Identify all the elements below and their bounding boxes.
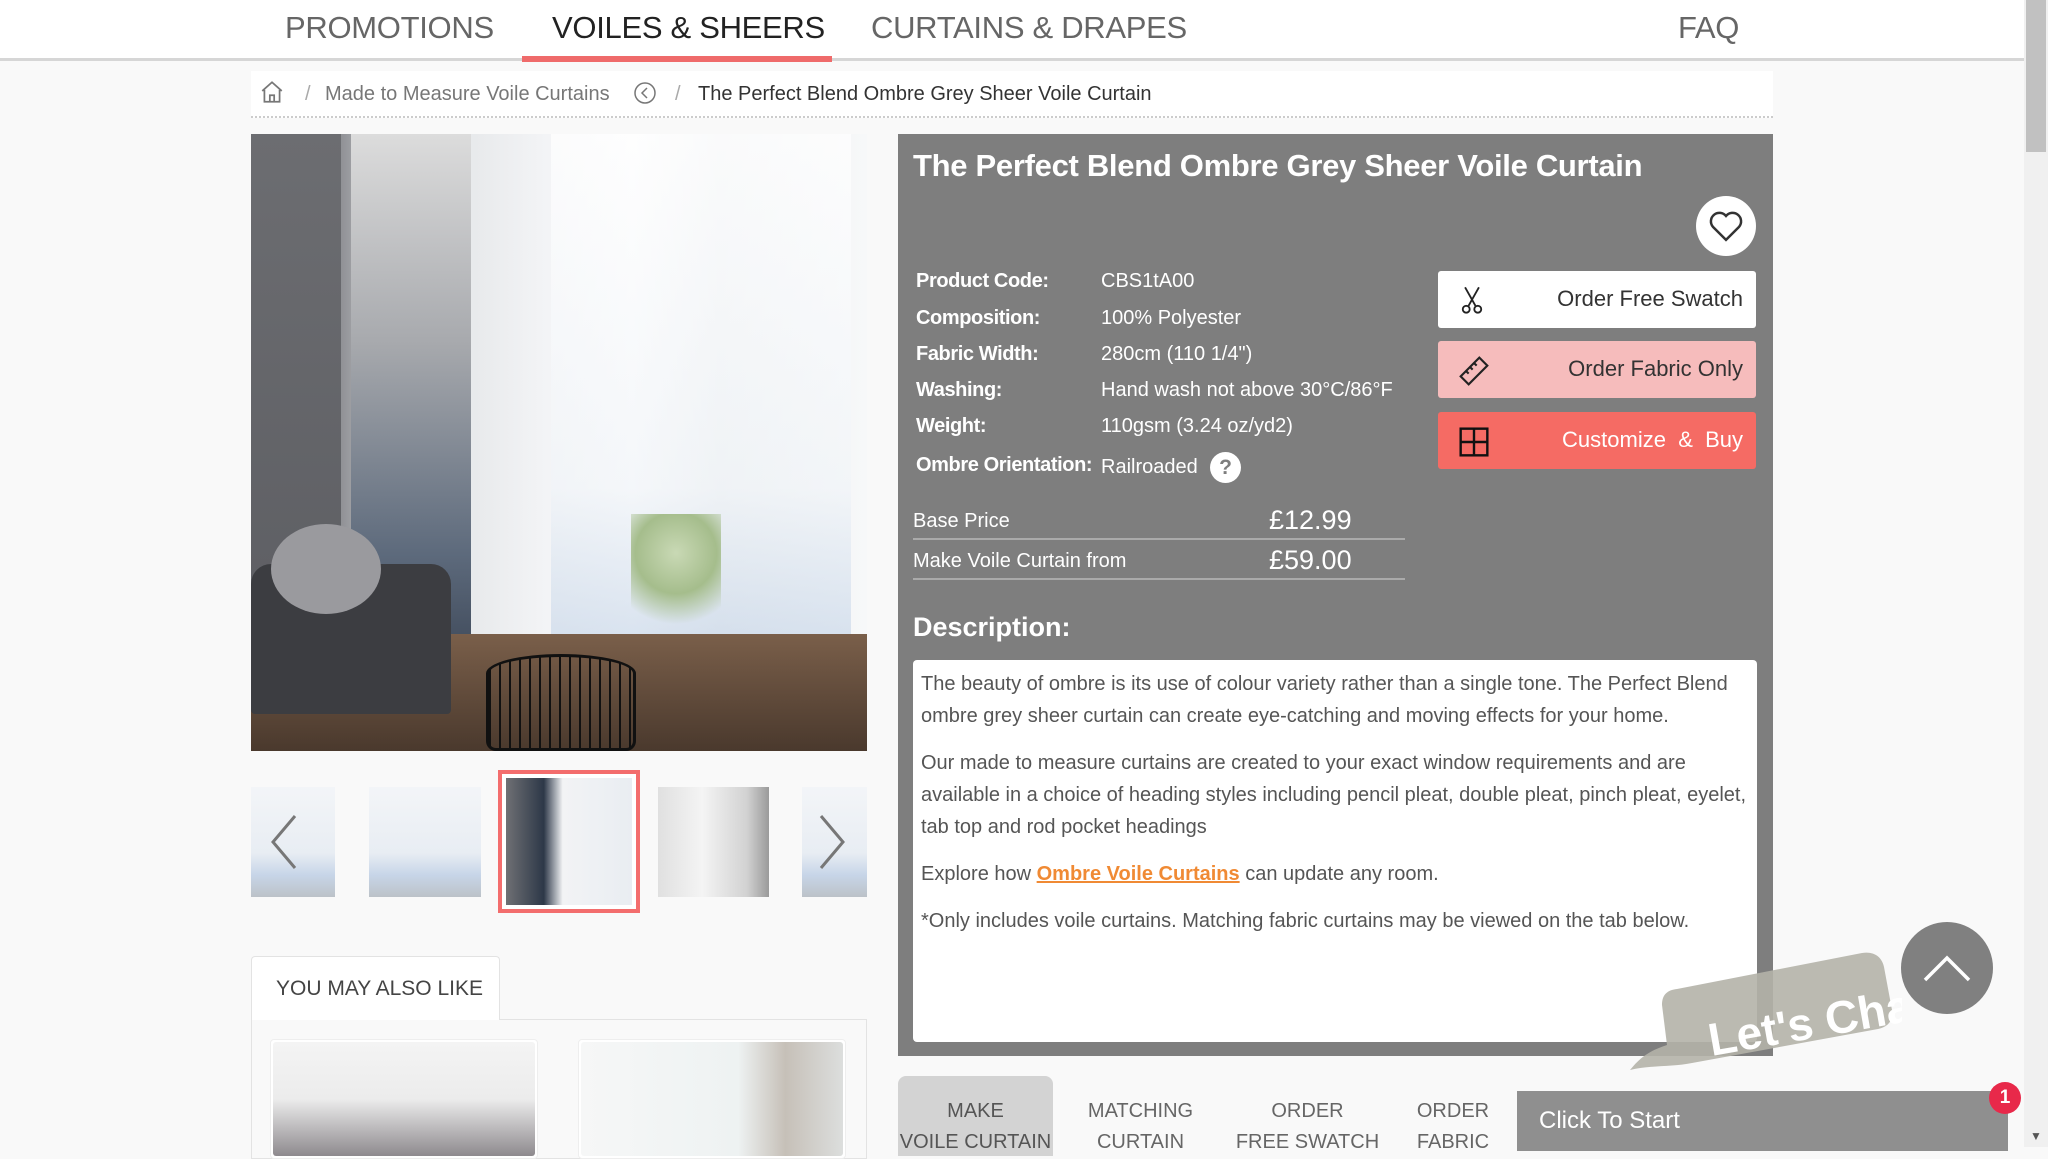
spec-value-product-code: CBS1tA00 (1101, 270, 1195, 292)
thumbnail-3-image (506, 778, 632, 905)
scroll-down-arrow-icon[interactable]: ▼ (2030, 1129, 2042, 1143)
thumbnail-carousel (251, 770, 867, 915)
customize-and-buy-button[interactable]: Customize & Buy (1438, 412, 1756, 469)
also-like-tab-label: YOU MAY ALSO LIKE (276, 977, 483, 1000)
tab-label-line: ORDER (1271, 1100, 1344, 1122)
scroll-to-top-button[interactable] (1901, 922, 1993, 1014)
wishlist-button[interactable] (1696, 196, 1756, 256)
description-paragraph: Our made to measure curtains are created… (921, 752, 1746, 838)
breadcrumb-current: The Perfect Blend Ombre Grey Sheer Voile… (698, 83, 1152, 105)
ombre-voile-curtains-link[interactable]: Ombre Voile Curtains (1037, 863, 1240, 885)
breadcrumb-link-voile-curtains[interactable]: Made to Measure Voile Curtains (325, 83, 610, 106)
recommended-product-image (581, 1042, 843, 1156)
chevron-up-icon (1923, 955, 1971, 982)
active-nav-indicator (522, 56, 832, 62)
tab-label-line: MATCHING (1087, 1100, 1194, 1122)
description-text: Explore how (921, 863, 1037, 885)
tab-make-voile-curtain[interactable]: MAKE VOILE CURTAIN (898, 1076, 1053, 1156)
back-circle-icon[interactable] (633, 81, 657, 110)
make-curtain-price-value: £59.00 (1269, 545, 1352, 575)
chat-start-bar[interactable]: Click To Start (1517, 1091, 2008, 1151)
nav-item-curtains-drapes[interactable]: CURTAINS & DRAPES (871, 10, 1187, 46)
tab-label-line: FABRIC (1416, 1131, 1490, 1153)
customize-and-buy-label: Customize & Buy (1562, 427, 1743, 452)
tab-label-line: MAKE (947, 1100, 1004, 1122)
spec-label-fabric-width: Fabric Width: (916, 343, 1039, 365)
breadcrumb: / Made to Measure Voile Curtains / The P… (251, 71, 1773, 118)
tab-label-line: FREE SWATCH (1235, 1131, 1380, 1153)
nav-item-faq[interactable]: FAQ (1678, 10, 1739, 46)
spec-label-product-code: Product Code: (916, 270, 1049, 292)
description-paragraph: The beauty of ombre is its use of colour… (921, 673, 1728, 727)
order-free-swatch-button[interactable]: Order Free Swatch (1438, 271, 1756, 328)
page-scrollbar[interactable]: ▼ (2024, 0, 2048, 1147)
order-fabric-only-button[interactable]: Order Fabric Only (1438, 341, 1756, 398)
thumbnail-2[interactable] (369, 787, 481, 897)
chevron-left-icon[interactable] (269, 812, 299, 872)
chat-notification-badge: 1 (1989, 1082, 2021, 1114)
spec-value-washing: Hand wash not above 30°C/86°F (1101, 379, 1393, 401)
image-side-table (486, 654, 636, 751)
recommended-product-image (273, 1042, 535, 1156)
top-navigation: PROMOTIONS VOILES & SHEERS CURTAINS & DR… (0, 0, 2024, 62)
home-icon[interactable] (259, 79, 285, 110)
base-price-value: £12.99 (1269, 505, 1352, 535)
description-note: *Only includes voile curtains. Matching … (921, 910, 1690, 932)
nav-item-promotions[interactable]: PROMOTIONS (285, 10, 494, 46)
chevron-right-icon[interactable] (817, 812, 847, 872)
spec-label-composition: Composition: (916, 307, 1041, 329)
product-info-panel: The Perfect Blend Ombre Grey Sheer Voile… (898, 134, 1773, 1056)
thumbnail-4[interactable] (658, 787, 769, 897)
spec-value-weight: 110gsm (3.24 oz/yd2) (1101, 415, 1293, 437)
tab-label-line: VOILE CURTAIN (899, 1131, 1052, 1153)
description-text: can update any room. (1239, 863, 1439, 885)
image-plant (631, 514, 721, 644)
scrollbar-thumb[interactable] (2026, 0, 2046, 152)
tab-you-may-also-like[interactable]: YOU MAY ALSO LIKE (251, 956, 500, 1020)
help-question-icon[interactable]: ? (1210, 452, 1241, 483)
tab-order-free-swatch[interactable]: ORDER FREE SWATCH (1230, 1076, 1385, 1156)
description-heading: Description: (913, 612, 1071, 642)
image-pillow (271, 524, 381, 614)
spec-label-ombre-orientation: Ombre Orientation: (916, 454, 1093, 476)
base-price-label: Base Price (913, 510, 1010, 532)
order-free-swatch-label: Order Free Swatch (1557, 286, 1743, 311)
spec-label-weight: Weight: (916, 415, 987, 437)
order-fabric-only-label: Order Fabric Only (1568, 356, 1743, 381)
tab-order-fabric[interactable]: ORDER FABRIC (1388, 1076, 1518, 1156)
recommended-product-card[interactable] (578, 1039, 846, 1159)
spec-value-fabric-width: 280cm (110 1/4") (1101, 343, 1253, 365)
tab-matching-curtain[interactable]: MATCHING CURTAIN (1063, 1076, 1218, 1156)
ruler-icon (1458, 355, 1490, 392)
tab-label-line: CURTAIN (1096, 1131, 1185, 1153)
spec-value-ombre-orientation: Railroaded (1101, 456, 1198, 478)
make-curtain-price-label: Make Voile Curtain from (913, 550, 1127, 572)
thumbnail-3-active[interactable] (498, 770, 640, 913)
heart-icon (1709, 211, 1743, 242)
product-main-image[interactable] (251, 134, 867, 751)
breadcrumb-separator: / (305, 83, 311, 105)
product-title: The Perfect Blend Ombre Grey Sheer Voile… (913, 148, 1643, 183)
price-row-base: Base Price £12.99 (913, 500, 1405, 540)
window-grid-icon (1458, 426, 1490, 463)
lets-chat-bubble[interactable]: Let's Chat (1622, 945, 1930, 1075)
recommended-product-card[interactable] (270, 1039, 538, 1159)
nav-item-voiles-sheers[interactable]: VOILES & SHEERS (552, 10, 825, 46)
chat-start-label: Click To Start (1539, 1107, 1680, 1134)
tab-label-line: ORDER (1416, 1100, 1490, 1122)
description-paragraph: Explore how Ombre Voile Curtains can upd… (921, 858, 1749, 890)
price-row-make-curtain: Make Voile Curtain from £59.00 (913, 540, 1405, 580)
breadcrumb-separator: / (675, 83, 681, 105)
spec-label-washing: Washing: (916, 379, 1003, 401)
spec-value-composition: 100% Polyester (1101, 307, 1242, 329)
scissors-icon (1458, 285, 1486, 320)
